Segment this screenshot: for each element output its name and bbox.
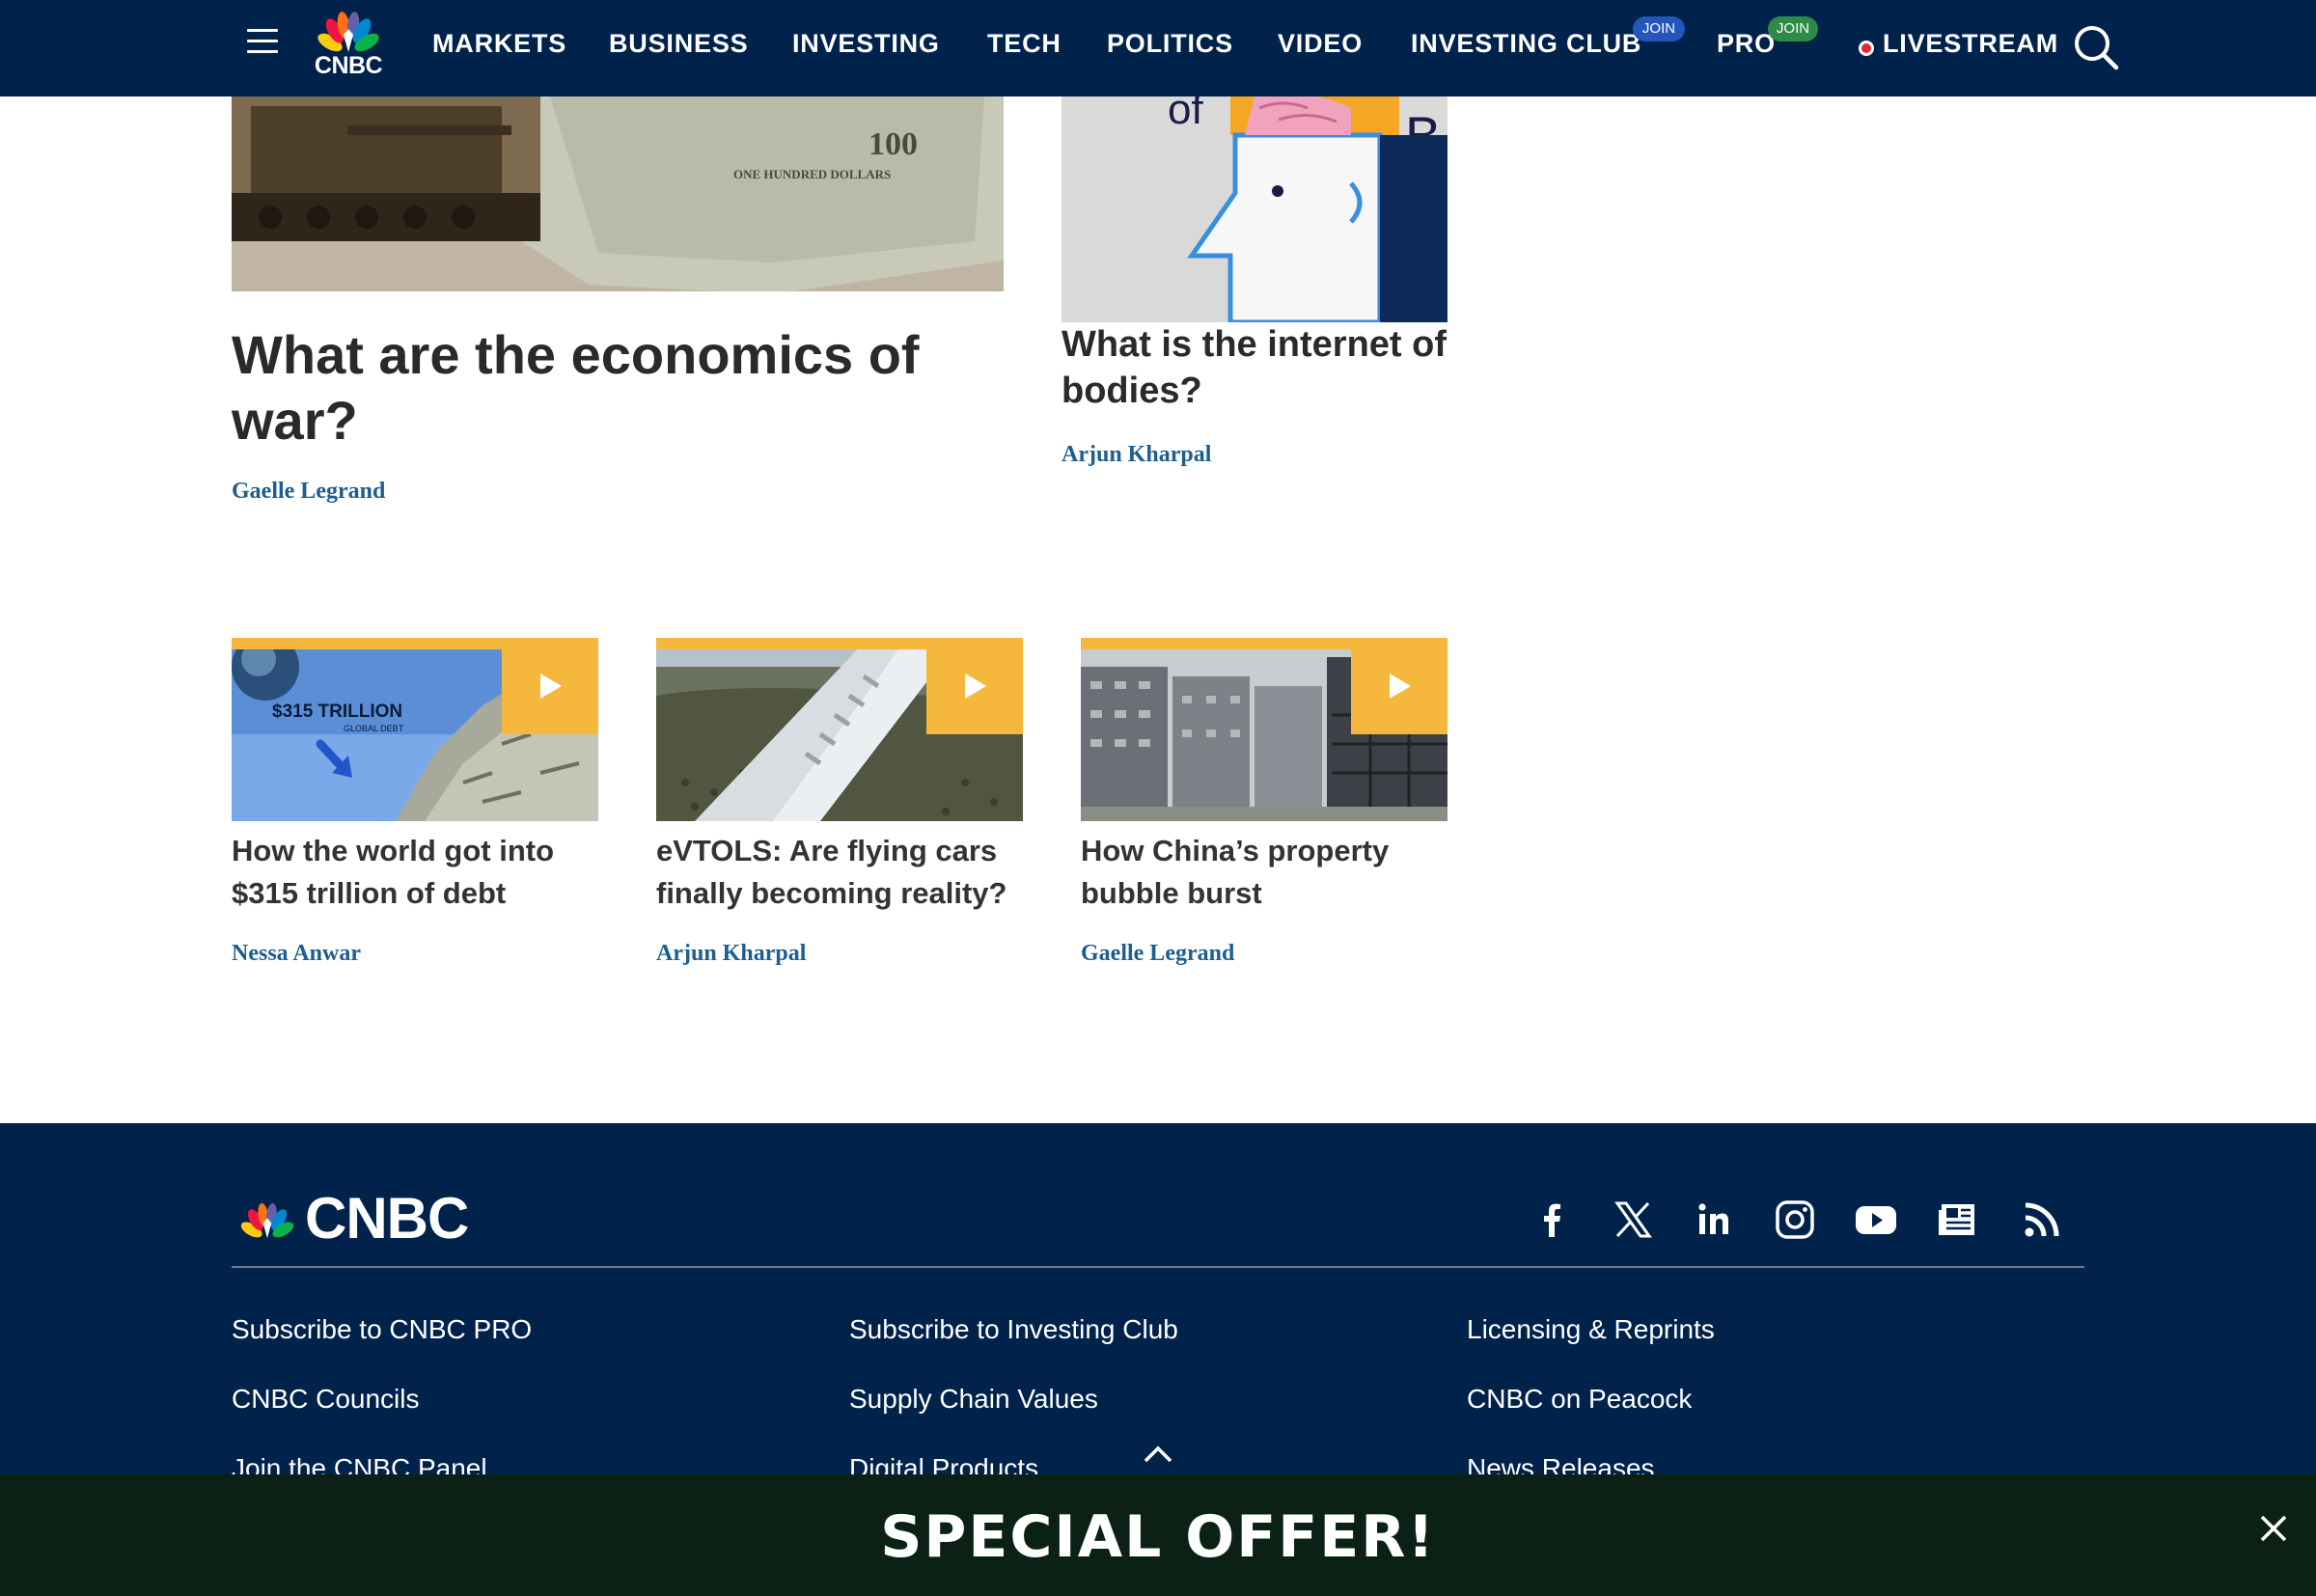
footer-divider xyxy=(232,1266,2084,1268)
play-icon[interactable] xyxy=(1351,638,1448,734)
author-gaelle-legrand[interactable]: Gaelle Legrand xyxy=(1081,941,1234,967)
back-to-top-button[interactable] xyxy=(1112,1432,1204,1480)
peacock-icon xyxy=(317,12,379,52)
author-arjun-kharpal[interactable]: Arjun Kharpal xyxy=(656,941,806,967)
nav-pro[interactable]: PRO xyxy=(1717,29,1776,59)
headline-global-debt[interactable]: How the world got into $315 trillion of … xyxy=(232,830,598,915)
chevron-up-icon xyxy=(1144,1445,1172,1463)
debt-caption: $315 TRILLION xyxy=(272,702,402,722)
nav-politics[interactable]: POLITICS xyxy=(1107,29,1233,59)
footer-link-subscribe-pro[interactable]: Subscribe to CNBC PRO xyxy=(232,1314,532,1345)
facebook-icon[interactable] xyxy=(1529,1197,1575,1243)
footer-link-councils[interactable]: CNBC Councils xyxy=(232,1384,420,1415)
video-thumbnail-global-debt[interactable]: $315 TRILLION GLOBAL DEBT xyxy=(232,638,598,821)
video-thumbnail-evtols[interactable] xyxy=(656,638,1023,821)
headline-internet-of-bodies[interactable]: What is the internet of bodies? xyxy=(1062,321,1448,414)
footer-link-supply-chain[interactable]: Supply Chain Values xyxy=(849,1384,1098,1415)
nav-investing-club[interactable]: INVESTING CLUB xyxy=(1411,29,1641,59)
footer-logo-text: CNBC xyxy=(305,1186,469,1251)
x-icon[interactable] xyxy=(1610,1197,1656,1243)
nav-video[interactable]: VIDEO xyxy=(1278,29,1363,59)
live-indicator-icon xyxy=(1859,41,1874,56)
svg-text:100: 100 xyxy=(868,126,918,162)
footer-link-subscribe-club[interactable]: Subscribe to Investing Club xyxy=(849,1314,1178,1345)
nav-livestream[interactable]: LIVESTREAM xyxy=(1883,29,2058,59)
close-icon[interactable] xyxy=(2258,1513,2289,1544)
economics-of-war-image[interactable]: 100 ONE HUNDRED DOLLARS xyxy=(232,96,1004,291)
author-nessa-anwar[interactable]: Nessa Anwar xyxy=(232,941,361,967)
author-arjun-kharpal[interactable]: Arjun Kharpal xyxy=(1062,442,1211,468)
pro-join-badge[interactable]: JOIN xyxy=(1768,16,1818,41)
nav-business[interactable]: BUSINESS xyxy=(609,29,748,59)
nav-tech[interactable]: TECH xyxy=(987,29,1062,59)
debt-subcaption: GLOBAL DEBT xyxy=(344,724,404,733)
top-navigation-bar: CNBC MARKETS BUSINESS INVESTING TECH POL… xyxy=(0,0,2316,96)
peacock-icon xyxy=(240,1203,294,1239)
internet-of-bodies-image[interactable]: of B xyxy=(1062,96,1448,322)
youtube-icon[interactable] xyxy=(1853,1197,1899,1243)
play-icon[interactable] xyxy=(926,638,1023,734)
linkedin-icon[interactable] xyxy=(1691,1197,1737,1243)
nav-investing[interactable]: INVESTING xyxy=(792,29,940,59)
footer-link-licensing[interactable]: Licensing & Reprints xyxy=(1467,1314,1715,1345)
news-icon[interactable] xyxy=(1934,1197,1980,1243)
headline-china-property[interactable]: How China’s property bubble burst xyxy=(1081,830,1448,915)
investing-club-join-badge[interactable]: JOIN xyxy=(1633,16,1685,41)
special-offer-text: SPECIAL OFFER! xyxy=(880,1503,1436,1571)
headline-economics-of-war[interactable]: What are the economics of war? xyxy=(232,322,1004,454)
headline-evtols[interactable]: eVTOLS: Are flying cars finally becoming… xyxy=(656,830,1042,915)
logo-text: CNBC xyxy=(314,52,383,79)
nav-markets[interactable]: MARKETS xyxy=(432,29,566,59)
footer-link-peacock[interactable]: CNBC on Peacock xyxy=(1467,1384,1692,1415)
instagram-icon[interactable] xyxy=(1772,1197,1818,1243)
svg-text:of: of xyxy=(1168,96,1203,133)
cnbc-logo[interactable]: CNBC xyxy=(307,10,390,79)
footer-cnbc-logo[interactable]: CNBC xyxy=(232,1186,482,1251)
video-thumbnail-china-property[interactable] xyxy=(1081,638,1448,821)
rss-icon[interactable] xyxy=(2019,1197,2065,1243)
bill-text: ONE HUNDRED DOLLARS xyxy=(733,167,891,181)
special-offer-banner[interactable]: SPECIAL OFFER! xyxy=(0,1474,2316,1596)
play-icon[interactable] xyxy=(502,638,598,734)
author-gaelle-legrand[interactable]: Gaelle Legrand xyxy=(232,479,385,505)
search-icon[interactable] xyxy=(2071,23,2121,73)
menu-icon[interactable] xyxy=(247,29,278,56)
